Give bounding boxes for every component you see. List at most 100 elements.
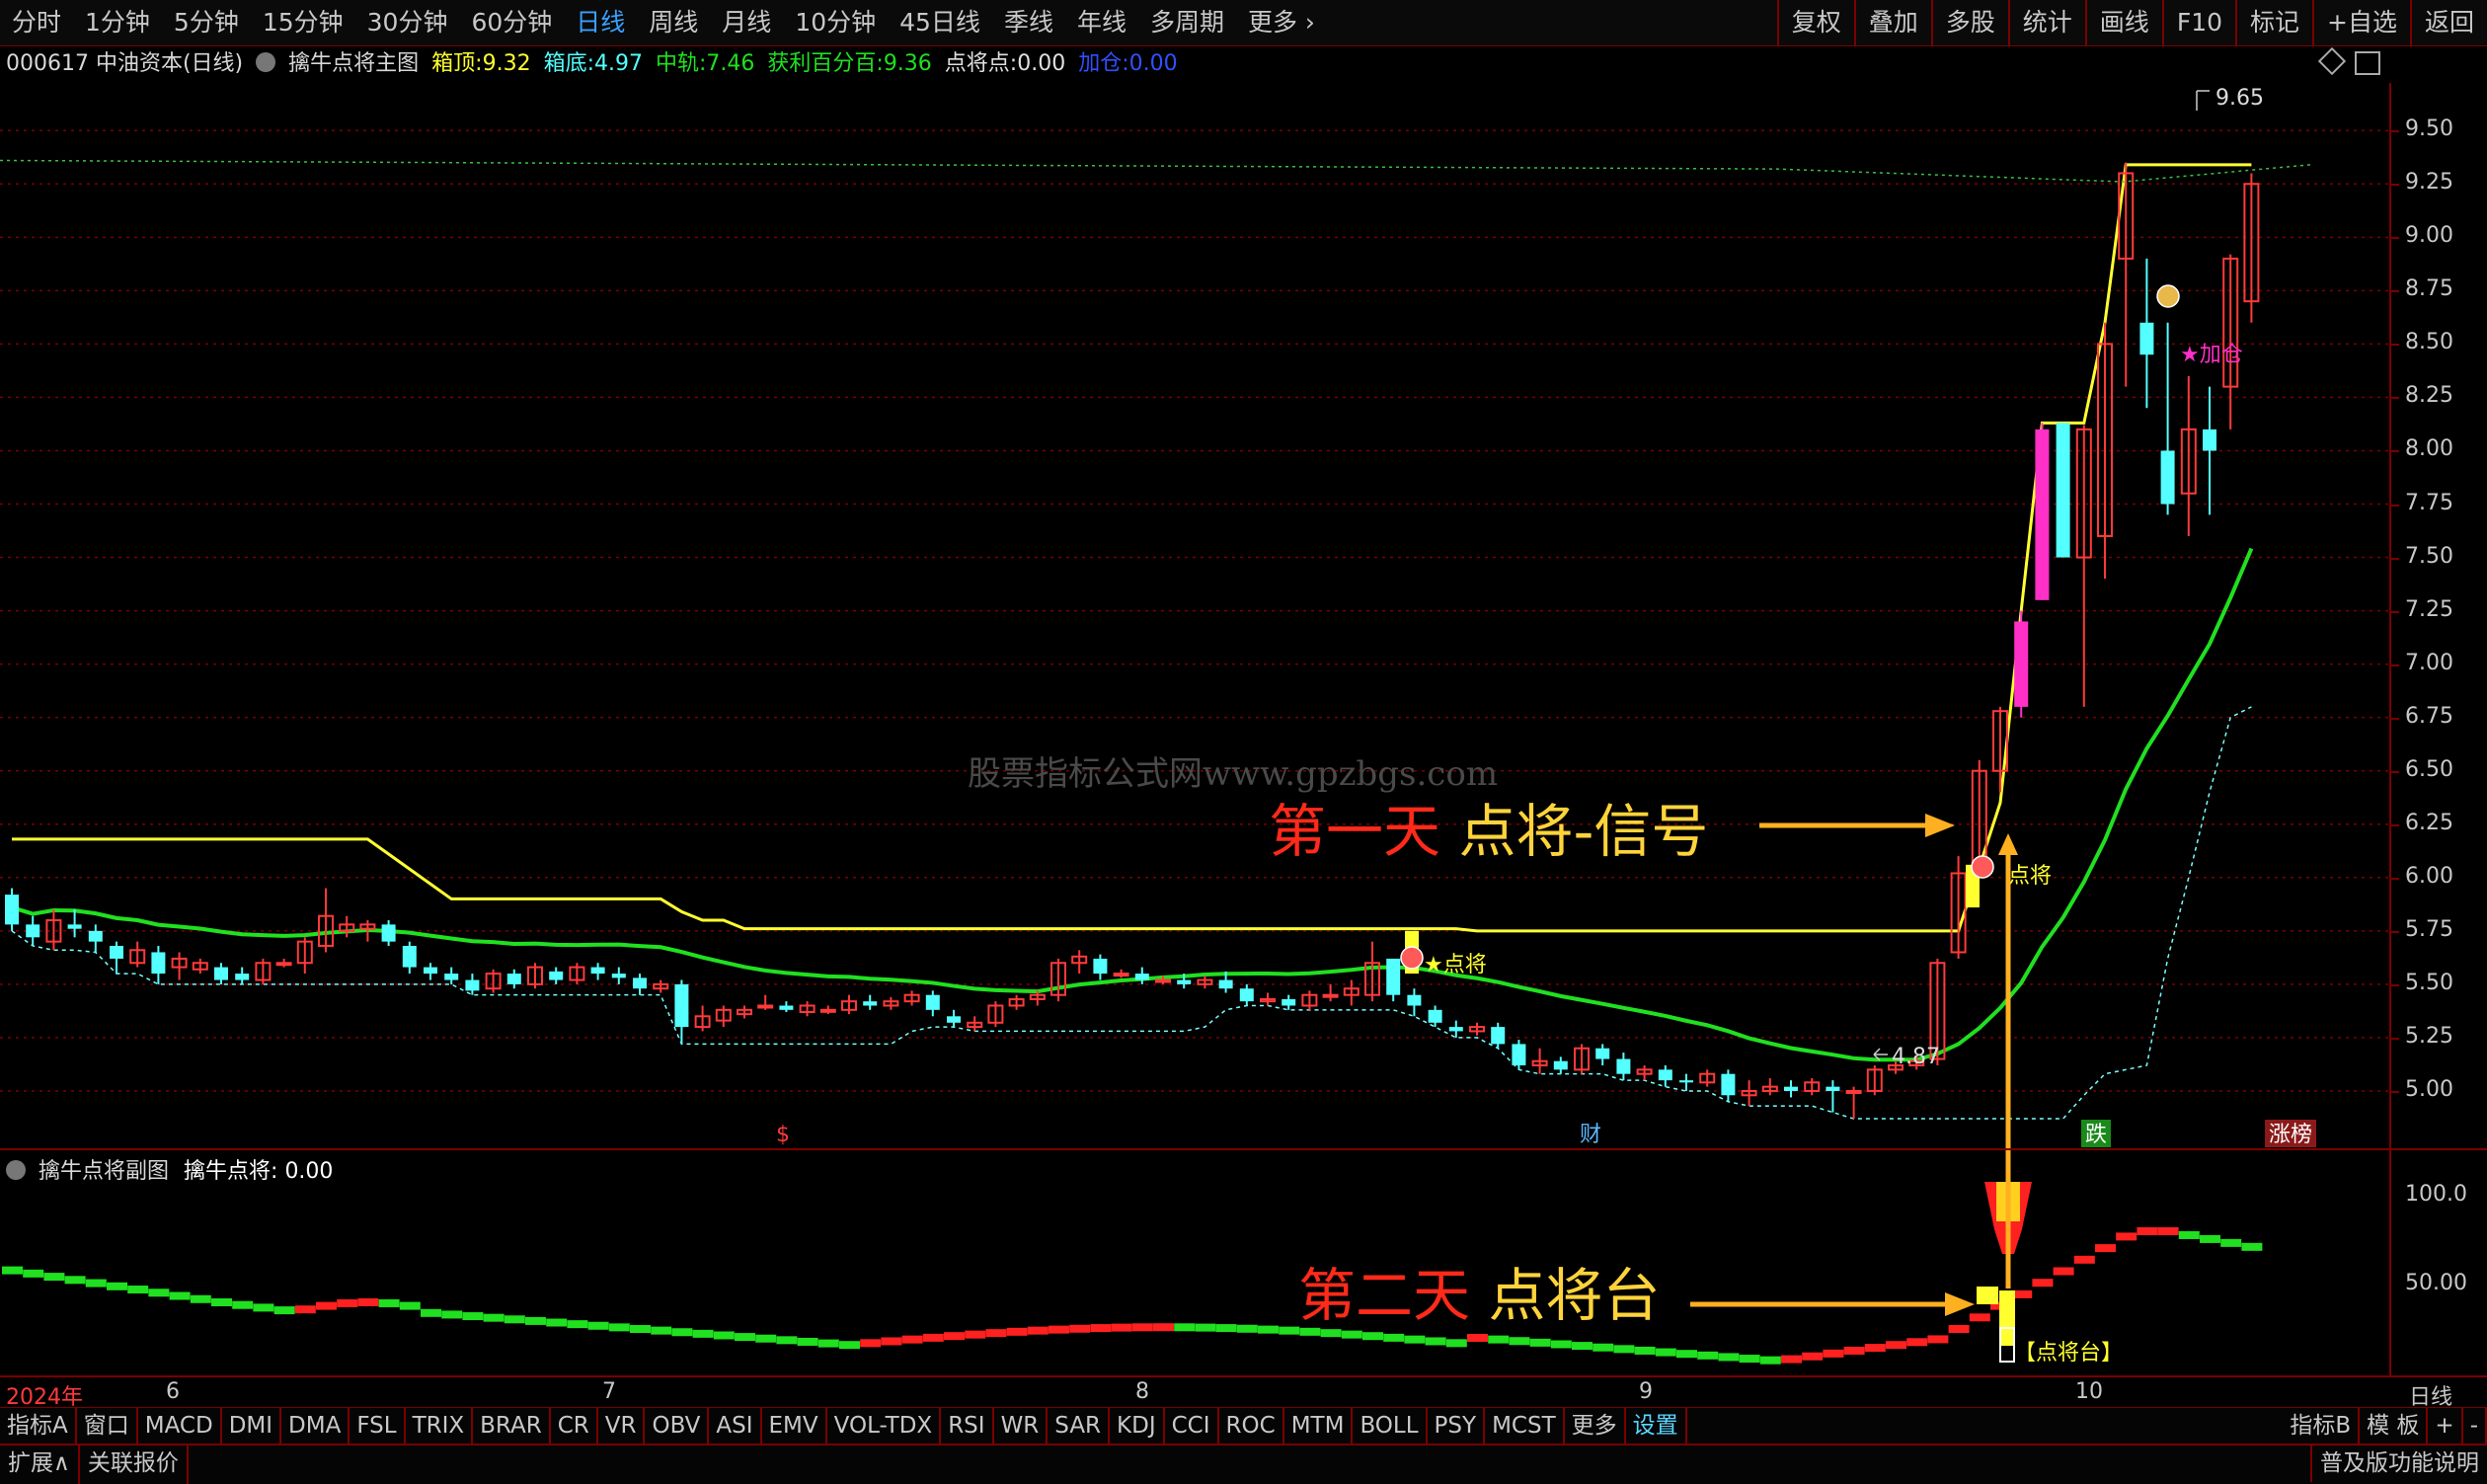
period-tab-9[interactable]: 10分钟 <box>783 0 888 45</box>
sub-step-segment <box>316 1301 337 1310</box>
sub-step-segment <box>1467 1334 1488 1342</box>
function-tab-3[interactable]: 统计 <box>2007 0 2085 45</box>
indicator-tab-3[interactable]: DMI <box>222 1408 282 1444</box>
sub-step-segment <box>2200 1234 2220 1243</box>
indicator-tab-24[interactable]: 更多 <box>1565 1408 1626 1444</box>
sub-indicator-name[interactable]: 擒牛点将副图 <box>39 1159 169 1184</box>
indicator-tab-11[interactable]: ASI <box>709 1408 762 1444</box>
function-tab-7[interactable]: +自选 <box>2312 0 2410 45</box>
indicator-tab-12[interactable]: EMV <box>762 1408 827 1444</box>
date-axis: 2024年 6 7 8 9 10 日线 <box>0 1375 2487 1410</box>
indicator-tab-17[interactable]: KDJ <box>1110 1408 1165 1444</box>
indicator-tab-16[interactable]: SAR <box>1048 1408 1111 1444</box>
period-tab-14[interactable]: 更多 › <box>1236 0 1327 45</box>
function-tab-8[interactable]: 返回 <box>2409 0 2487 45</box>
indicator-tab-15[interactable]: WR <box>994 1408 1049 1444</box>
annotation-first-day-yellow: 点将-信号 <box>1440 798 1709 865</box>
sub-step-segment <box>797 1337 818 1346</box>
indicator-tab-5[interactable]: FSL <box>350 1408 406 1444</box>
candle-body <box>214 967 228 980</box>
indicator-tab-2[interactable]: MACD <box>138 1408 222 1444</box>
candle-body <box>925 994 940 1010</box>
sub-step-segment <box>1362 1332 1383 1341</box>
indicator-tab-0[interactable]: 指标A <box>0 1408 77 1444</box>
period-tab-8[interactable]: 月线 <box>710 0 783 45</box>
period-tab-11[interactable]: 季线 <box>992 0 1065 45</box>
period-tab-4[interactable]: 30分钟 <box>355 0 460 45</box>
candle-body <box>590 967 605 975</box>
indicator-tab-4[interactable]: DMA <box>281 1408 350 1444</box>
function-tab-2[interactable]: 多股 <box>1930 0 2008 45</box>
function-tab-5[interactable]: F10 <box>2161 0 2235 45</box>
month-9: 9 <box>1639 1379 1653 1404</box>
indicator-tab-9[interactable]: VR <box>598 1408 646 1444</box>
indicator-tab-7[interactable]: BRAR <box>473 1408 551 1444</box>
period-tab-13[interactable]: 多周期 <box>1138 0 1236 45</box>
indicator-tab-21[interactable]: BOLL <box>1353 1408 1428 1444</box>
edition-help-button[interactable]: 普及版功能说明 <box>2310 1445 2487 1482</box>
sub-collapse-icon[interactable] <box>6 1160 26 1180</box>
function-tabs: 复权 叠加 多股 统计 画线 F10 标记 +自选 返回 <box>1776 0 2487 45</box>
high-label: 9.65 <box>2215 86 2264 111</box>
indicator-right-tab-1[interactable]: 模 板 <box>2360 1408 2429 1444</box>
indicator-right-tab-3[interactable]: - <box>2463 1408 2487 1444</box>
indicator-tab-10[interactable]: OBV <box>645 1408 710 1444</box>
indicator-right-tab-2[interactable]: + <box>2428 1408 2463 1444</box>
candle-body <box>1428 1009 1442 1023</box>
sub-indicator-chart[interactable]: 【点将台】 <box>0 1150 2389 1375</box>
sub-step-segment <box>1027 1326 1049 1335</box>
sub-step-segment <box>1864 1344 1886 1353</box>
annotation-second-day-red: 第二天 <box>1298 1262 1471 1329</box>
panel-toggle-icon[interactable] <box>2355 51 2380 75</box>
sub-indicator-title: 擒牛点将副图 擒牛点将: 0.00 <box>6 1153 333 1185</box>
function-tab-4[interactable]: 画线 <box>2084 0 2162 45</box>
price-tick: 9.50 <box>2405 117 2453 142</box>
function-tab-6[interactable]: 标记 <box>2235 0 2312 45</box>
indicator-tab-18[interactable]: CCI <box>1165 1408 1219 1444</box>
indicator-tab-6[interactable]: TRIX <box>406 1408 474 1444</box>
price-tick-mark <box>2391 130 2399 133</box>
sub-step-segment <box>587 1321 609 1330</box>
sub-step-segment <box>1174 1323 1196 1332</box>
candle-body <box>110 945 123 959</box>
indicator-tab-13[interactable]: VOL-TDX <box>827 1408 942 1444</box>
point-stage-marker <box>1977 1287 1998 1304</box>
candle-body <box>424 967 437 975</box>
candle-body <box>1386 958 1401 995</box>
month-7: 7 <box>602 1379 616 1404</box>
period-tab-0[interactable]: 分时 <box>0 0 73 45</box>
function-tab-0[interactable]: 复权 <box>1776 0 1854 45</box>
point-value: 0.00 <box>1017 51 1066 76</box>
sub-step-segment <box>294 1305 316 1314</box>
period-tab-3[interactable]: 15分钟 <box>251 0 355 45</box>
period-tab-10[interactable]: 45日线 <box>888 0 992 45</box>
function-tab-1[interactable]: 叠加 <box>1853 0 1931 45</box>
sub-step-segment <box>1634 1346 1656 1355</box>
box-top-value: 9.32 <box>482 51 531 76</box>
diamond-icon[interactable] <box>2317 46 2347 76</box>
indicator-right-tab-0[interactable]: 指标B <box>2283 1408 2361 1444</box>
indicator-tab-25[interactable]: 设置 <box>1626 1408 1687 1444</box>
indicator-tab-22[interactable]: PSY <box>1428 1408 1486 1444</box>
profit-target-line <box>0 159 2311 183</box>
main-indicator-name[interactable]: 擒牛点将主图 <box>288 51 419 76</box>
indicator-tab-8[interactable]: CR <box>551 1408 598 1444</box>
period-tab-1[interactable]: 1分钟 <box>73 0 162 45</box>
indicator-tab-1[interactable]: 窗口 <box>77 1408 138 1444</box>
period-tab-7[interactable]: 周线 <box>637 0 710 45</box>
main-candlestick-chart[interactable]: 9.65 4.87 ★加仓点将 ★点将 $ 财 跌 涨榜 <box>0 83 2389 1149</box>
period-tab-5[interactable]: 60分钟 <box>459 0 564 45</box>
collapse-icon[interactable] <box>256 52 276 72</box>
indicator-tab-20[interactable]: MTM <box>1284 1408 1354 1444</box>
related-quote-button[interactable]: 关联报价 <box>80 1445 189 1484</box>
candle-body <box>1239 988 1254 1002</box>
indicator-tab-23[interactable]: MCST <box>1485 1408 1565 1444</box>
price-tick-mark <box>2391 1090 2399 1093</box>
period-tab-2[interactable]: 5分钟 <box>162 0 251 45</box>
price-tick-mark <box>2391 184 2399 187</box>
period-tab-6[interactable]: 日线 <box>564 0 637 45</box>
indicator-tab-19[interactable]: ROC <box>1219 1408 1284 1444</box>
period-tab-12[interactable]: 年线 <box>1065 0 1138 45</box>
expand-button[interactable]: 扩展∧ <box>0 1445 80 1484</box>
indicator-tab-14[interactable]: RSI <box>941 1408 994 1444</box>
